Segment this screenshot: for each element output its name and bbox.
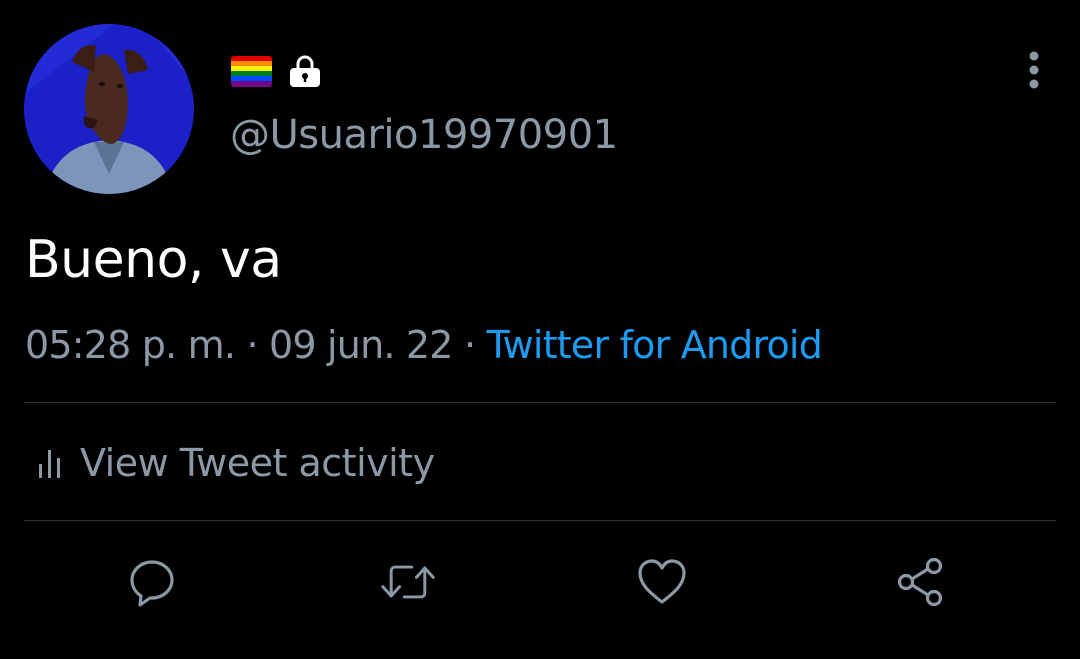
meta-separator: · — [246, 323, 258, 367]
share-button[interactable] — [892, 554, 948, 610]
tweet-time[interactable]: 05:28 p. m. — [25, 323, 236, 367]
like-button[interactable] — [634, 554, 690, 610]
share-icon — [897, 557, 943, 607]
rainbow-flag-icon — [231, 55, 272, 87]
bar-chart-icon — [39, 450, 60, 478]
lock-icon — [290, 55, 320, 87]
profile-badges — [231, 54, 322, 88]
avatar[interactable] — [24, 24, 194, 194]
retweet-icon — [381, 565, 435, 599]
avatar-image — [24, 24, 194, 194]
view-tweet-activity-button[interactable]: View Tweet activity — [36, 440, 435, 486]
user-handle[interactable]: @Usuario19970901 — [230, 112, 618, 158]
tweet-metadata: 05:28 p. m. · 09 jun. 22 · Twitter for A… — [25, 322, 823, 368]
heart-icon — [638, 559, 686, 604]
tweet-detail: @Usuario19970901 Bueno, va 05:28 p. m. ·… — [0, 0, 1080, 659]
tweet-date[interactable]: 09 jun. 22 — [269, 323, 453, 367]
retweet-button[interactable] — [380, 554, 436, 610]
tweet-source-link[interactable]: Twitter for Android — [487, 323, 823, 367]
meta-separator: · — [463, 323, 476, 367]
reply-button[interactable] — [124, 554, 180, 610]
more-options-button[interactable] — [1016, 48, 1052, 92]
divider — [24, 520, 1056, 521]
more-vertical-icon — [1029, 51, 1039, 89]
view-tweet-activity-label: View Tweet activity — [80, 441, 435, 485]
divider — [24, 402, 1056, 403]
tweet-text: Bueno, va — [25, 230, 282, 290]
reply-icon — [130, 560, 174, 607]
